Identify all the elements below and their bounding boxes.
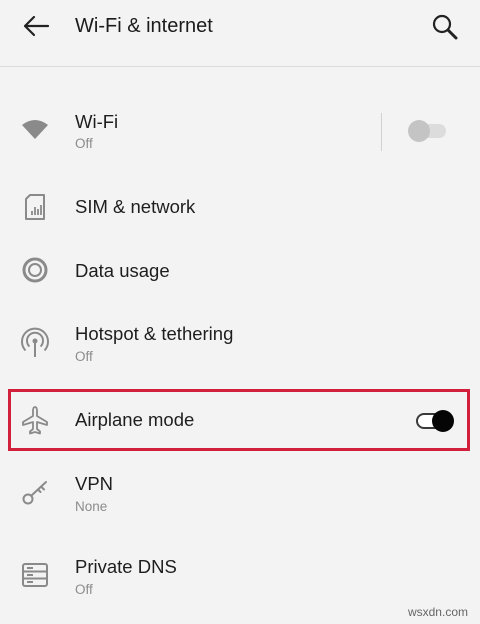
hotspot-label: Hotspot & tethering bbox=[75, 323, 234, 344]
hotspot-icon bbox=[18, 326, 52, 360]
list-item-hotspot[interactable]: Hotspot & tethering Off bbox=[0, 312, 480, 376]
list-item-data-usage[interactable]: Data usage bbox=[0, 242, 480, 300]
private-dns-subtitle: Off bbox=[75, 582, 93, 597]
sim-card-icon bbox=[18, 190, 52, 224]
private-dns-label: Private DNS bbox=[75, 556, 177, 577]
list-item-wifi[interactable]: Wi-Fi Off bbox=[0, 98, 480, 162]
list-item-private-dns[interactable]: Private DNS Off bbox=[0, 544, 480, 608]
wifi-label: Wi-Fi bbox=[75, 111, 119, 132]
dns-icon bbox=[18, 558, 52, 592]
hotspot-subtitle: Off bbox=[75, 349, 93, 364]
data-usage-icon bbox=[18, 253, 52, 287]
back-button[interactable] bbox=[18, 12, 54, 40]
arrow-back-icon bbox=[23, 15, 50, 37]
wifi-toggle[interactable] bbox=[408, 120, 446, 142]
wifi-subtitle: Off bbox=[75, 136, 93, 151]
sim-network-label: SIM & network bbox=[75, 196, 196, 217]
search-icon bbox=[432, 14, 458, 40]
watermark: wsxdn.com bbox=[407, 605, 468, 619]
data-usage-label: Data usage bbox=[75, 260, 170, 281]
wifi-icon bbox=[18, 112, 52, 146]
toggle-knob bbox=[408, 120, 430, 142]
highlight-box bbox=[8, 389, 470, 451]
page-title: Wi-Fi & internet bbox=[75, 15, 213, 37]
app-bar: Wi-Fi & internet bbox=[0, 0, 480, 67]
list-item-vpn[interactable]: VPN None bbox=[0, 462, 480, 526]
key-icon bbox=[18, 476, 52, 510]
vpn-label: VPN bbox=[75, 473, 114, 494]
list-item-sim-network[interactable]: SIM & network bbox=[0, 178, 480, 236]
vpn-subtitle: None bbox=[75, 499, 108, 514]
divider bbox=[381, 113, 382, 151]
search-button[interactable] bbox=[428, 11, 462, 43]
